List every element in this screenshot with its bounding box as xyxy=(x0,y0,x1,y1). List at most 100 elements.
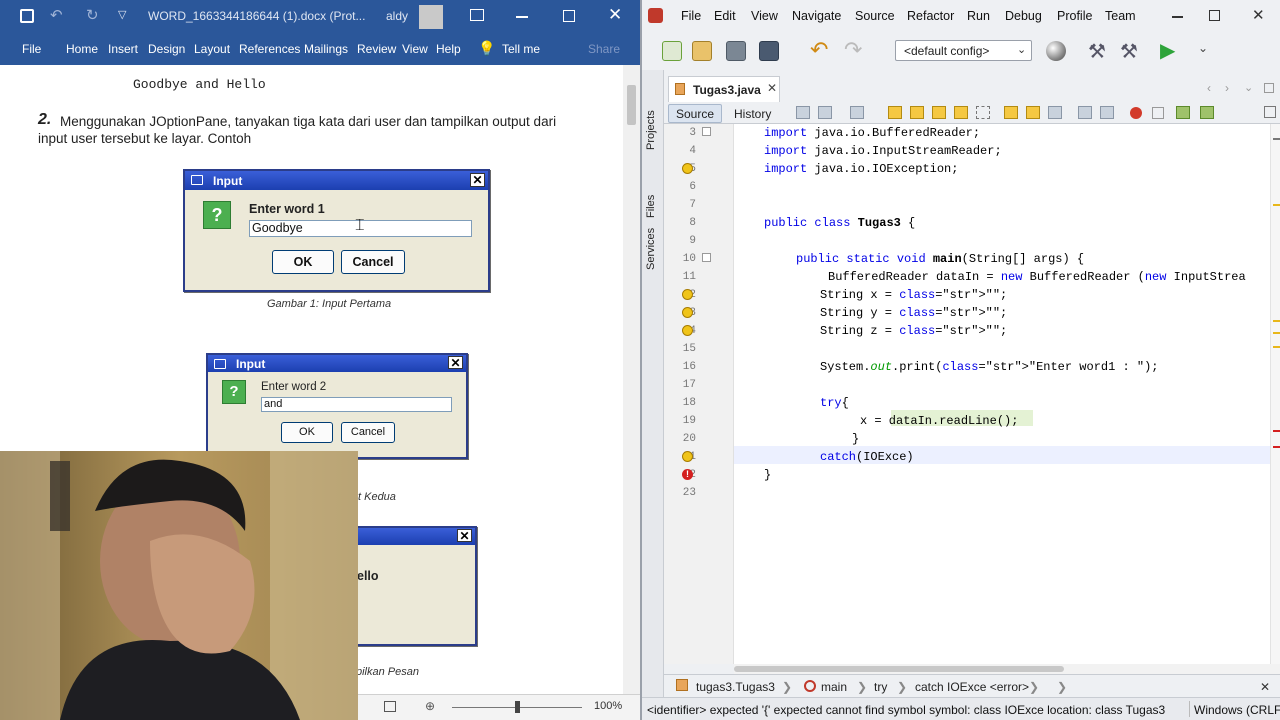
tab-mailings[interactable]: Mailings xyxy=(304,42,348,56)
new-project-icon[interactable] xyxy=(692,41,712,61)
code-line[interactable]: catch(IOExce) xyxy=(820,450,914,464)
menu-profile[interactable]: Profile xyxy=(1057,9,1092,23)
vertical-scrollbar[interactable] xyxy=(623,65,640,694)
code-editor[interactable]: 34567891011121314151617181920212223 impo… xyxy=(664,124,1280,664)
save-all-icon[interactable] xyxy=(759,41,779,61)
word-input-field[interactable]: and xyxy=(261,397,452,412)
tab-services[interactable]: Services xyxy=(645,228,657,270)
file-tab[interactable]: Tugas3.java ✕ xyxy=(668,76,780,102)
zoom-level[interactable]: 100% xyxy=(594,700,622,712)
stripe-mark[interactable] xyxy=(1273,138,1280,140)
last-edit-icon[interactable] xyxy=(818,106,832,119)
error-stripe[interactable] xyxy=(1270,124,1280,664)
tell-me-search[interactable]: Tell me xyxy=(502,42,540,56)
tab-source[interactable]: Source xyxy=(668,104,722,123)
menu-refactor[interactable]: Refactor xyxy=(907,9,954,23)
breadcrumb-catch[interactable]: catch IOExce <error> xyxy=(915,680,1029,694)
scroll-thumb[interactable] xyxy=(734,666,1064,672)
forward-icon[interactable] xyxy=(850,106,864,119)
tab-history[interactable]: History xyxy=(734,107,771,121)
chevron-down-icon[interactable]: ⌄ xyxy=(1244,81,1253,94)
close-icon[interactable]: ✕ xyxy=(457,529,472,542)
build-hammer-icon[interactable]: ⚒ xyxy=(1088,39,1106,64)
code-line[interactable]: System.out.print(class="str">"Enter word… xyxy=(820,360,1159,374)
start-macro-icon[interactable] xyxy=(1130,107,1142,119)
warning-icon[interactable] xyxy=(682,163,693,174)
clean-build-icon[interactable]: ⚒ xyxy=(1120,39,1138,64)
tab-help[interactable]: Help xyxy=(436,42,461,56)
redo-icon[interactable]: ↷ xyxy=(844,37,862,63)
tab-references[interactable]: References xyxy=(239,42,300,56)
fold-icon[interactable] xyxy=(702,127,711,136)
warning-icon[interactable] xyxy=(682,307,693,318)
close-icon[interactable]: ✕ xyxy=(470,173,485,187)
config-select[interactable]: <default config> ⌄ xyxy=(895,40,1032,61)
split-editor-icon[interactable] xyxy=(1264,106,1276,118)
tab-file[interactable]: File xyxy=(22,42,41,56)
chevron-left-icon[interactable]: ‹ xyxy=(1207,81,1211,95)
code-line[interactable]: } xyxy=(764,468,771,482)
toggle-bookmark-icon[interactable] xyxy=(1048,106,1062,119)
more-tools-icon[interactable]: ⌄ xyxy=(1198,41,1208,55)
close-icon[interactable]: ✕ xyxy=(448,356,463,369)
avatar[interactable] xyxy=(419,5,443,29)
maximize-icon[interactable] xyxy=(1264,83,1274,93)
stripe-mark[interactable] xyxy=(1273,204,1280,206)
breadcrumb-class[interactable]: tugas3.Tugas3 xyxy=(696,680,775,694)
find-prev-icon[interactable] xyxy=(910,106,924,119)
comment-icon[interactable] xyxy=(1176,106,1190,119)
menu-source[interactable]: Source xyxy=(855,9,895,23)
shift-right-icon[interactable] xyxy=(1100,106,1114,119)
web-layout-icon[interactable]: ⊕ xyxy=(425,699,435,713)
code-line[interactable]: public static void main(String[] args) { xyxy=(796,252,1084,266)
minimize-icon[interactable] xyxy=(1172,16,1183,18)
breadcrumb-try[interactable]: try xyxy=(874,680,887,694)
toggle-highlight-icon[interactable] xyxy=(954,106,968,119)
code-line[interactable]: import java.io.IOException; xyxy=(764,162,958,176)
undo-icon[interactable]: ↶ xyxy=(50,6,63,24)
menu-debug[interactable]: Debug xyxy=(1005,9,1042,23)
tab-home[interactable]: Home xyxy=(66,42,98,56)
code-line[interactable]: } xyxy=(852,432,859,446)
code-line[interactable]: import java.io.BufferedReader; xyxy=(764,126,980,140)
run-icon[interactable]: ▶ xyxy=(1160,38,1175,63)
warning-icon[interactable] xyxy=(682,289,693,300)
scroll-thumb[interactable] xyxy=(627,85,636,125)
tab-review[interactable]: Review xyxy=(357,42,396,56)
menu-team[interactable]: Team xyxy=(1105,9,1136,23)
stripe-mark[interactable] xyxy=(1273,446,1280,448)
tab-view[interactable]: View xyxy=(402,42,428,56)
back-icon[interactable] xyxy=(796,106,810,119)
find-next-icon[interactable] xyxy=(932,106,946,119)
ribbon-display-icon[interactable] xyxy=(470,9,484,21)
error-icon[interactable]: ! xyxy=(682,469,693,480)
rect-select-icon[interactable] xyxy=(976,106,990,119)
code-line[interactable]: String x = class="str">""; xyxy=(820,288,1007,302)
tab-layout[interactable]: Layout xyxy=(194,42,230,56)
menu-view[interactable]: View xyxy=(751,9,778,23)
cancel-button[interactable]: Cancel xyxy=(341,250,405,274)
cancel-button[interactable]: Cancel xyxy=(341,422,395,443)
code-line[interactable]: x = dataIn.readLine(); xyxy=(860,414,1018,428)
stop-macro-icon[interactable] xyxy=(1152,107,1164,119)
maximize-icon[interactable] xyxy=(563,10,575,22)
code-line[interactable]: String z = class="str">""; xyxy=(820,324,1007,338)
prev-bookmark-icon[interactable] xyxy=(1004,106,1018,119)
close-icon[interactable]: ✕ xyxy=(1260,680,1270,694)
code-line[interactable]: public class Tugas3 { xyxy=(764,216,915,230)
line-ending[interactable]: Windows (CRLF) xyxy=(1194,703,1280,717)
stripe-mark[interactable] xyxy=(1273,430,1280,432)
find-icon[interactable] xyxy=(888,106,902,119)
tab-insert[interactable]: Insert xyxy=(108,42,138,56)
redo-icon[interactable]: ↻ xyxy=(86,6,99,24)
customize-qat-icon[interactable]: ▽ xyxy=(118,8,126,21)
minimize-icon[interactable] xyxy=(516,16,528,18)
tab-projects[interactable]: Projects xyxy=(645,110,657,150)
undo-icon[interactable]: ↶ xyxy=(810,37,828,63)
menu-navigate[interactable]: Navigate xyxy=(792,9,841,23)
close-icon[interactable]: ✕ xyxy=(767,81,777,95)
zoom-slider-thumb[interactable] xyxy=(515,701,520,713)
code-line[interactable]: BufferedReader dataIn = new BufferedRead… xyxy=(828,270,1246,284)
save-icon[interactable] xyxy=(20,9,34,23)
code-line[interactable]: String y = class="str">""; xyxy=(820,306,1007,320)
